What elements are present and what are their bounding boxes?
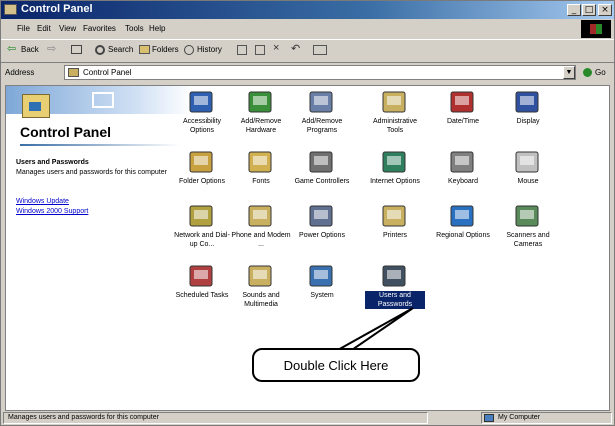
- window-title: Control Panel: [21, 3, 93, 15]
- menu-tools[interactable]: Tools: [125, 24, 144, 33]
- address-bar: Address Control Panel ▼ Go: [1, 63, 614, 83]
- back-button[interactable]: Back: [21, 45, 39, 54]
- forward-arrow-icon[interactable]: ⇨: [47, 42, 59, 55]
- copy-to-icon[interactable]: [255, 45, 265, 55]
- callout-bubble: Double Click Here: [252, 348, 420, 382]
- status-text: Manages users and passwords for this com…: [8, 414, 159, 421]
- control-panel-icon: [4, 4, 17, 15]
- menu-favorites[interactable]: Favorites: [83, 24, 116, 33]
- address-dropdown-button[interactable]: ▼: [563, 66, 575, 79]
- address-input[interactable]: Control Panel: [64, 65, 576, 80]
- up-folder-icon[interactable]: [71, 45, 82, 54]
- history-icon[interactable]: [184, 45, 194, 55]
- folders-button[interactable]: Folders: [152, 45, 179, 54]
- zone-panel: My Computer: [481, 412, 612, 424]
- status-bar: Manages users and passwords for this com…: [1, 411, 614, 425]
- menu-help[interactable]: Help: [149, 24, 165, 33]
- back-arrow-icon[interactable]: ⇦: [7, 42, 19, 55]
- views-icon[interactable]: [313, 45, 327, 55]
- control-panel-window: Control Panel _ □ × File Edit View Favor…: [0, 0, 615, 426]
- close-button[interactable]: ×: [598, 4, 612, 16]
- control-panel-icon: [68, 68, 79, 77]
- content-area: Control Panel Users and Passwords Manage…: [5, 85, 610, 411]
- windows-logo-icon: [581, 20, 611, 38]
- delete-icon[interactable]: ×: [273, 42, 285, 54]
- address-label: Address: [5, 68, 35, 77]
- title-bar[interactable]: Control Panel _ □ ×: [1, 1, 614, 19]
- menu-file[interactable]: File: [17, 24, 30, 33]
- menu-bar: File Edit View Favorites Tools Help: [1, 21, 614, 37]
- move-to-icon[interactable]: [237, 45, 247, 55]
- history-button[interactable]: History: [197, 45, 222, 54]
- search-icon[interactable]: [95, 45, 105, 55]
- address-value: Control Panel: [83, 68, 132, 77]
- undo-icon[interactable]: ↶: [291, 42, 303, 55]
- menu-view[interactable]: View: [59, 24, 76, 33]
- my-computer-icon: [484, 414, 494, 422]
- maximize-button[interactable]: □: [582, 4, 596, 16]
- folders-icon[interactable]: [139, 45, 150, 54]
- search-button[interactable]: Search: [108, 45, 133, 54]
- status-panel: Manages users and passwords for this com…: [3, 412, 428, 424]
- toolbar: ⇦ Back ⇨ Search Folders History × ↶: [1, 39, 614, 63]
- go-button[interactable]: Go: [595, 68, 606, 77]
- callout-text: Double Click Here: [283, 358, 389, 373]
- menu-edit[interactable]: Edit: [37, 24, 51, 33]
- go-arrow-icon[interactable]: [583, 68, 592, 77]
- minimize-button[interactable]: _: [567, 4, 581, 16]
- zone-text: My Computer: [498, 414, 541, 421]
